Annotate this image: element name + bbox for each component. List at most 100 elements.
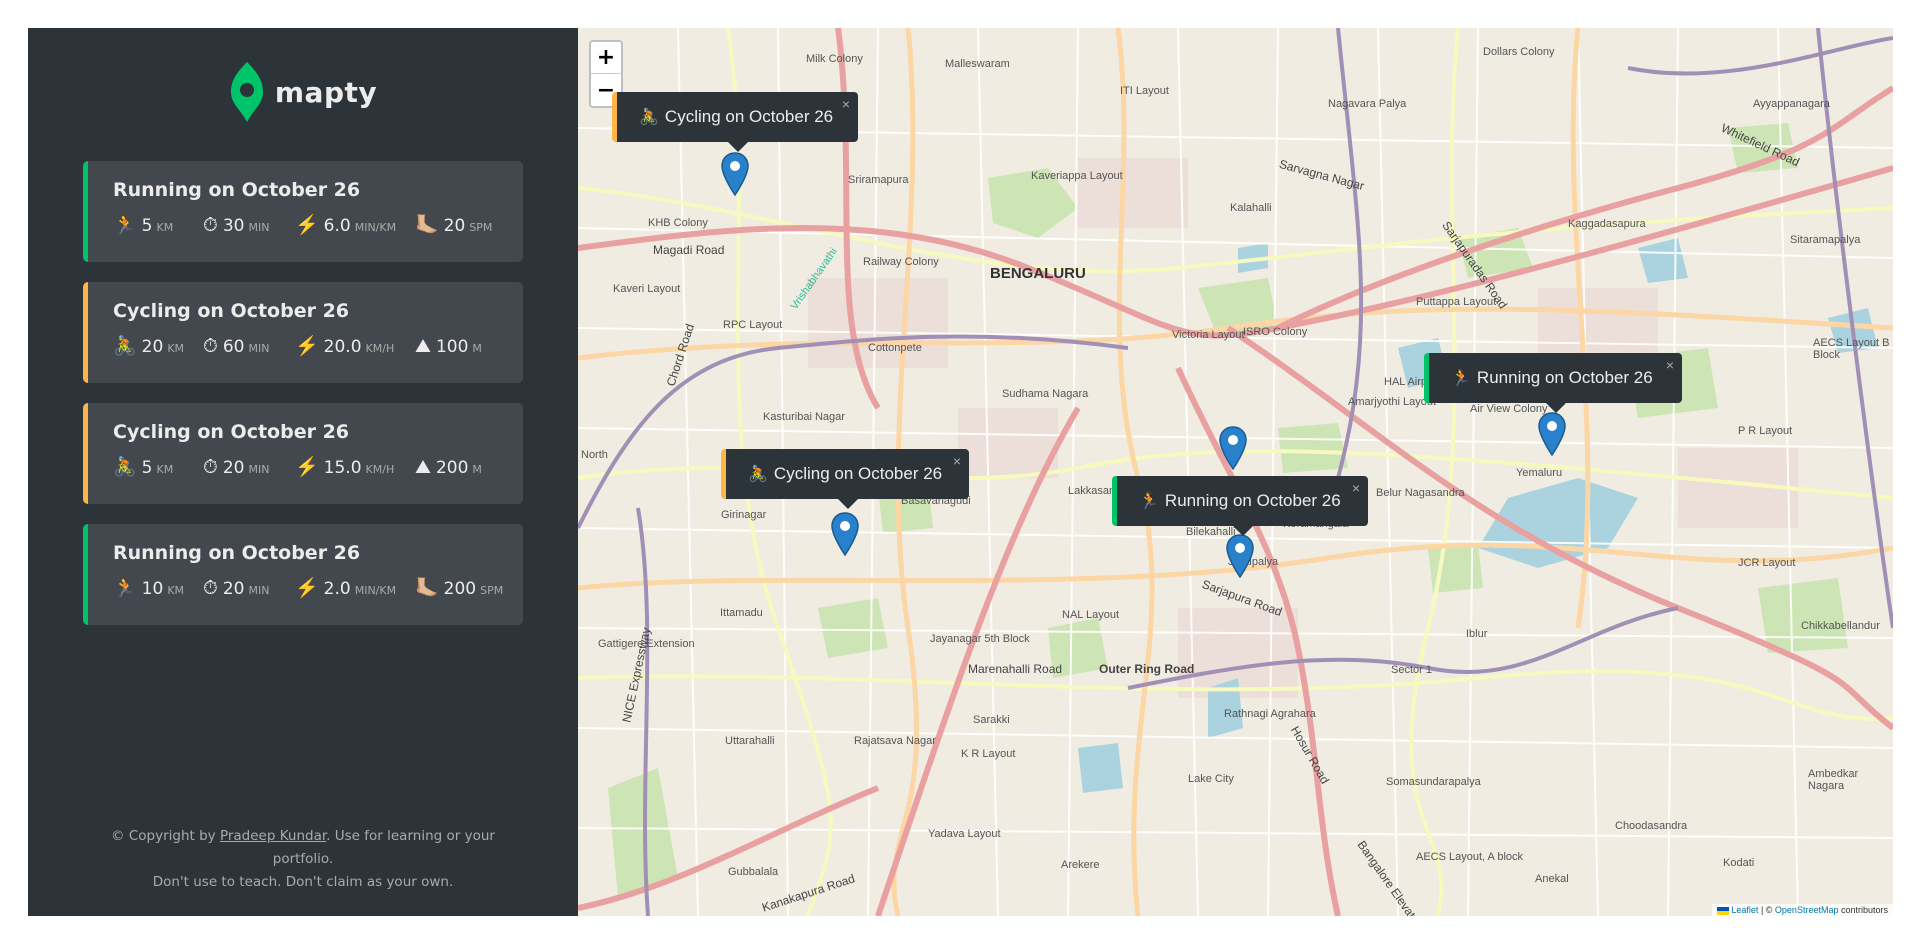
detail-value: 20 [222,458,245,478]
attribution-sep: | © [1758,905,1775,915]
detail-unit: KM [156,221,174,234]
workout-duration: ⏱ 20 MIN [203,456,295,478]
map-label: Magadi Road [653,243,725,257]
leaflet-link[interactable]: Leaflet [1731,905,1758,915]
workout-details: 🏃 10 KM ⏱ 20 MIN ⚡️ 2.0 MIN/KM 🦶🏼 200 SPM [113,576,523,599]
detail-value: 200 [435,458,469,478]
map-label: Belur Nagasandra [1376,487,1465,499]
map-label: Dollars Colony [1483,46,1555,58]
map-label: Amarjyothi Layout [1348,396,1437,408]
popup-text: Cycling on October 26 [664,107,834,126]
workout-item[interactable]: Running on October 26 🏃 10 KM ⏱ 20 MIN ⚡️ 2.0… [83,524,523,625]
map-label-city: BENGALURU [990,265,1086,282]
cyclist-icon: 🚴 [113,335,137,357]
workout-popup[interactable]: 🚴 Cycling on October 26 × [612,92,858,152]
workout-item[interactable]: Cycling on October 26 🚴 5 KM ⏱ 20 MIN ⚡️ 15.0… [83,403,523,504]
detail-value: 30 [222,216,245,236]
workout-duration: ⏱ 60 MIN [203,335,295,357]
map-label: AECS Layout, A block [1416,851,1524,863]
map-label: Iblur [1466,628,1488,640]
popup-tip [1232,526,1253,536]
detail-unit: MIN [248,221,270,234]
stopwatch-icon: ⏱ [203,456,218,478]
workout-distance: 🚴 5 KM [113,455,203,478]
map-label: Gattigere Extension [598,638,695,650]
map-label: Marenahalli Road [968,662,1063,676]
detail-unit: MIN/KM [354,221,397,234]
map-label: North [581,449,608,461]
map-marker-icon[interactable] [1219,426,1247,470]
detail-value: 20 [141,337,164,357]
map-label: Ayyappanagara [1753,98,1830,110]
close-icon[interactable]: × [953,453,961,469]
stopwatch-icon: ⏱ [203,214,218,236]
map-label: Air View Colony [1470,403,1548,415]
close-icon[interactable]: × [1666,357,1674,373]
map-label: Lake City [1188,773,1234,785]
workout-popup[interactable]: 🚴 Cycling on October 26 × [721,449,969,509]
runner-icon: 🏃 [113,577,137,599]
detail-value: 20 [443,216,466,236]
map-label: Yemaluru [1516,467,1563,479]
workout-item[interactable]: Cycling on October 26 🚴 20 KM ⏱ 60 MIN ⚡️ 20.… [83,282,523,383]
detail-value: 20.0 [323,337,362,357]
detail-value: 2.0 [323,579,351,599]
map-label: NAL Layout [1062,609,1120,621]
map-marker-icon[interactable] [721,152,749,196]
close-icon[interactable]: × [1352,480,1360,496]
map-marker-icon[interactable] [831,512,859,556]
workout-popup[interactable]: 🏃 Running on October 26 × [1112,476,1368,536]
detail-unit: M [472,342,482,355]
map-label: Puttappa Layout [1416,296,1497,308]
footer-prefix: © Copyright by [111,828,220,844]
detail-unit: MIN [248,463,270,476]
cyclist-icon: 🚴 [113,456,137,478]
workout-duration: ⏱ 20 MIN [203,577,295,599]
detail-unit: KM [156,463,174,476]
detail-unit: MIN/KM [354,584,397,597]
workout-title: Cycling on October 26 [113,421,350,443]
map-label: Jayanagar 5th Block [930,633,1030,645]
zoom-in-button[interactable]: + [591,42,621,74]
map-label: Kasturibai Nagar [763,411,845,423]
map[interactable]: BENGALURU Milk Colony Malleswaram Sriram… [578,28,1893,916]
map-label: K R Layout [961,748,1016,760]
map-label: Girinagar [721,509,767,521]
map-label: JCR Layout [1738,557,1796,569]
workout-pace: ⚡️ 2.0 MIN/KM [295,576,415,599]
workout-details: 🚴 5 KM ⏱ 20 MIN ⚡️ 15.0 KM/H ⛰ 200 M [113,455,523,478]
osm-link[interactable]: OpenStreetMap [1775,905,1839,915]
map-label: ISRO Colony [1243,326,1308,338]
workout-distance: 🏃 5 KM [113,213,203,236]
map-label: Yadava Layout [928,828,1001,840]
detail-value: 60 [222,337,245,357]
map-marker-icon[interactable] [1226,534,1254,578]
mountain-icon: ⛰ [415,335,431,357]
map-label: Kaveriappa Layout [1031,170,1123,182]
map-label: Nagavara Palya [1328,98,1407,110]
map-label: Rathnagi Agrahara [1224,708,1316,720]
runner-icon: 🏃 [1139,493,1159,510]
workout-title: Running on October 26 [113,542,361,564]
detail-value: 6.0 [323,216,351,236]
map-label: Choodasandra [1615,820,1688,832]
detail-value: 10 [141,579,164,599]
workout-elevation: ⛰ 200 M [415,456,507,478]
mountain-icon: ⛰ [415,456,431,478]
map-label: Outer Ring Road [1099,662,1195,676]
detail-unit: KM/H [365,342,395,355]
foot-icon: 🦶🏼 [415,577,439,599]
ukraine-flag-icon [1716,906,1729,915]
map-marker-icon[interactable] [1538,412,1566,456]
stopwatch-icon: ⏱ [203,577,218,599]
map-label: KHB Colony [648,217,708,229]
lightning-icon: ⚡️ [295,335,319,357]
popup-tip [837,499,858,509]
workout-popup[interactable]: 🏃 Running on October 26 × [1424,353,1682,413]
close-icon[interactable]: × [842,96,850,112]
detail-value: 20 [222,579,245,599]
workout-cadence: 🦶🏼 200 SPM [415,576,507,599]
workout-item[interactable]: Running on October 26 🏃 5 KM ⏱ 30 MIN ⚡️ 6.0 M… [83,161,523,262]
author-link[interactable]: Pradeep Kundar [220,828,326,844]
footer-line-2: Don't use to teach. Don't claim as your … [152,874,454,890]
